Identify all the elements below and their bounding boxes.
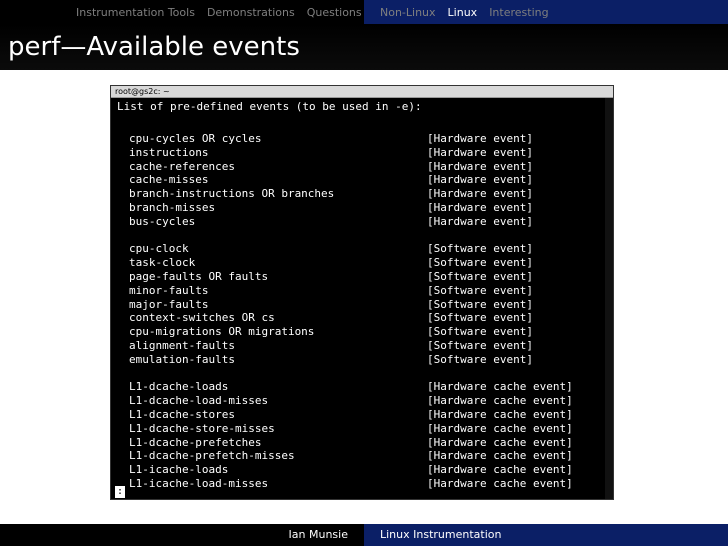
event-row: context-switches OR cs [Software event]	[129, 311, 599, 325]
event-type: [Software event]	[427, 339, 533, 352]
footer-author: Ian Munsie	[0, 524, 364, 546]
event-type: [Hardware event]	[427, 159, 533, 173]
event-name: emulation-faults	[129, 352, 235, 366]
terminal-title: root@gs2c: ~	[115, 87, 170, 96]
event-type: [Hardware cache event]	[427, 477, 573, 490]
event-type: [Software event]	[427, 270, 533, 283]
event-row: L1-dcache-store-misses [Hardware cache ev…	[129, 422, 599, 436]
terminal-output: List of pre-defined events (to be used i…	[111, 98, 613, 499]
event-type: [Software event]	[427, 325, 533, 339]
terminal-titlebar: root@gs2c: ~	[111, 86, 613, 98]
event-type: [Hardware event]	[427, 145, 533, 159]
event-type: [Hardware cache event]	[427, 449, 573, 463]
event-name: L1-dcache-prefetches	[129, 435, 262, 449]
event-row: L1-icache-load-misses [Hardware cache eve…	[129, 477, 599, 491]
event-name: L1-dcache-prefetch-misses	[129, 449, 295, 463]
event-name: cpu-migrations OR migrations	[129, 325, 315, 339]
nav-item-demonstrations[interactable]: Demonstrations	[207, 6, 295, 19]
event-type: [Hardware event]	[427, 187, 533, 201]
event-row: minor-faults [Software event]	[129, 284, 599, 298]
event-row: cache-references [Hardware event]	[129, 160, 599, 174]
event-type: [Software event]	[427, 242, 533, 256]
nav-item-interesting[interactable]: Interesting	[489, 6, 548, 19]
event-row: L1-dcache-prefetches [Hardware cache even…	[129, 436, 599, 450]
footer-bar: Ian Munsie Linux Instrumentation	[0, 524, 728, 546]
event-type: [Hardware cache event]	[427, 421, 573, 435]
event-type: [Hardware cache event]	[427, 435, 573, 449]
footer-title: Linux Instrumentation	[364, 524, 728, 546]
event-name: cache-misses	[129, 173, 209, 187]
event-row: emulation-faults [Software event]	[129, 353, 599, 367]
event-name: cache-references	[129, 159, 235, 173]
event-name: L1-dcache-store-misses	[129, 421, 275, 435]
nav-item-non-linux[interactable]: Non-Linux	[380, 6, 436, 19]
event-type: [Software event]	[427, 283, 533, 297]
event-name: L1-dcache-stores	[129, 408, 235, 421]
event-name: L1-icache-loads	[129, 463, 229, 477]
event-row: cpu-cycles OR cycles [Hardware event]	[129, 132, 599, 146]
event-name: task-clock	[129, 256, 196, 270]
nav-sections-left: Instrumentation Tools Demonstrations Quest…	[0, 0, 364, 24]
nav-item-questions[interactable]: Questions	[307, 6, 362, 19]
event-type: [Hardware event]	[427, 214, 533, 228]
event-name: page-faults OR faults	[129, 270, 269, 283]
event-name: alignment-faults	[129, 339, 235, 352]
event-row: cache-misses [Hardware event]	[129, 173, 599, 187]
event-name: instructions	[129, 145, 209, 159]
event-name: cpu-clock	[129, 242, 189, 256]
event-name: bus-cycles	[129, 214, 196, 228]
event-row: alignment-faults [Software event]	[129, 339, 599, 353]
event-row: branch-instructions OR branches [Hardware…	[129, 187, 599, 201]
event-name: L1-dcache-loads	[129, 380, 229, 394]
event-name: branch-instructions OR branches	[129, 187, 335, 201]
event-row: cpu-migrations OR migrations [Software ev…	[129, 325, 599, 339]
event-name: L1-icache-load-misses	[129, 477, 269, 490]
event-type: [Software event]	[427, 297, 533, 311]
event-type: [Hardware cache event]	[427, 463, 573, 477]
nav-item-instrumentation-tools[interactable]: Instrumentation Tools	[76, 6, 195, 19]
event-row: cpu-clock [Software event]	[129, 242, 599, 256]
event-name: L1-dcache-load-misses	[129, 394, 269, 408]
event-type: [Software event]	[427, 352, 533, 366]
event-row: L1-dcache-load-misses [Hardware cache eve…	[129, 394, 599, 408]
event-row: instructions [Hardware event]	[129, 146, 599, 160]
event-type: [Hardware event]	[427, 201, 533, 214]
event-row: major-faults [Software event]	[129, 298, 599, 312]
top-navigation-bar: Instrumentation Tools Demonstrations Quest…	[0, 0, 728, 24]
event-row: L1-dcache-stores [Hardware cache event]	[129, 408, 599, 422]
terminal-header-line: List of pre-defined events (to be used i…	[117, 100, 422, 113]
terminal-scrollbar	[605, 98, 613, 499]
event-type: [Hardware cache event]	[427, 380, 573, 394]
event-row: page-faults OR faults [Software event]	[129, 270, 599, 284]
event-name: cpu-cycles OR cycles	[129, 132, 262, 145]
terminal-prompt: :	[115, 486, 125, 498]
event-name: major-faults	[129, 297, 209, 311]
event-type: [Hardware cache event]	[427, 394, 573, 408]
nav-sections-right: Non-Linux Linux Interesting	[364, 0, 728, 24]
event-type: [Hardware event]	[427, 173, 533, 187]
event-type: [Hardware cache event]	[427, 408, 573, 421]
event-row: L1-icache-loads [Hardware cache event]	[129, 463, 599, 477]
event-row: L1-dcache-loads [Hardware cache event]	[129, 380, 599, 394]
event-name: branch-misses	[129, 201, 216, 214]
event-name: minor-faults	[129, 283, 209, 297]
terminal-screenshot: root@gs2c: ~ List of pre-defined events …	[110, 85, 614, 500]
event-row: bus-cycles [Hardware event]	[129, 215, 599, 229]
event-type: [Software event]	[427, 256, 533, 270]
event-row: task-clock [Software event]	[129, 256, 599, 270]
event-row: L1-dcache-prefetch-misses [Hardware cache…	[129, 449, 599, 463]
nav-item-linux[interactable]: Linux	[448, 6, 478, 19]
event-row: branch-misses [Hardware event]	[129, 201, 599, 215]
event-type: [Software event]	[427, 311, 533, 325]
frame-title: perf—Available events	[0, 24, 728, 70]
event-name: context-switches OR cs	[129, 311, 275, 325]
event-type: [Hardware event]	[427, 132, 533, 145]
